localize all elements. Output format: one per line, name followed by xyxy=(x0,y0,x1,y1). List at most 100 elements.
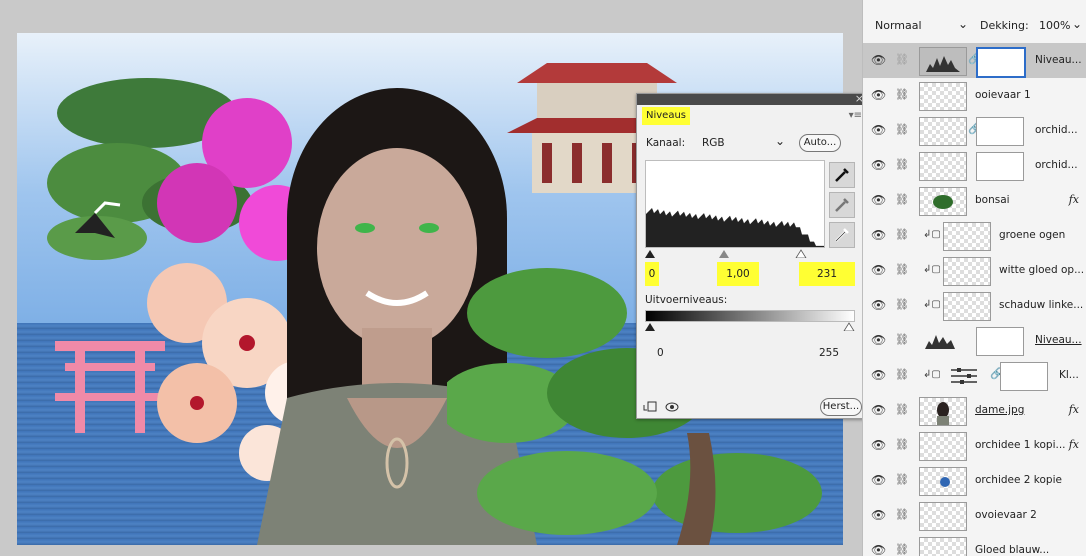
layer-row[interactable]: 👁 ⛓ orchidee 2 kopie xyxy=(863,463,1086,499)
layer-name[interactable]: Niveau... xyxy=(1035,334,1082,346)
layer-row[interactable]: 👁 ⛓ 🔗 Niveau... xyxy=(863,43,1086,79)
chevron-down-icon[interactable]: ⌄ xyxy=(1072,17,1082,31)
layer-name[interactable]: orchid... xyxy=(1035,159,1078,171)
levels-properties-panel[interactable]: × Niveaus ▾≡ Kanaal: RGB ⌄ Auto... 0 1,0… xyxy=(636,92,869,419)
layer-thumbnail[interactable] xyxy=(919,502,967,531)
layer-thumbnail[interactable] xyxy=(919,467,967,496)
tab-levels[interactable]: Niveaus xyxy=(642,107,691,125)
layer-name[interactable]: Gloed blauw... xyxy=(975,544,1049,556)
layer-name[interactable]: orchidee 2 kopie xyxy=(975,474,1062,486)
panel-titlebar[interactable]: × xyxy=(637,92,868,105)
channel-select[interactable]: RGB xyxy=(702,137,725,149)
eye-icon[interactable]: 👁 xyxy=(871,193,886,207)
layer-name[interactable]: dame.jpg xyxy=(975,404,1024,416)
chevron-down-icon[interactable]: ⌄ xyxy=(775,134,785,148)
layer-effects-icon[interactable]: fx xyxy=(1069,438,1079,451)
layer-name[interactable]: Kl... xyxy=(1059,369,1079,381)
eye-icon[interactable]: 👁 xyxy=(871,333,886,347)
layer-thumbnail[interactable] xyxy=(919,537,967,556)
eye-icon[interactable]: 👁 xyxy=(871,473,886,487)
layer-row[interactable]: 👁 ⛓ ↲▢ 🔗 Kl... xyxy=(863,358,1086,394)
layer-thumbnail[interactable] xyxy=(919,152,967,181)
eye-icon[interactable]: 👁 xyxy=(871,228,886,242)
layer-row[interactable]: 👁 ⛓ dame.jpg fx xyxy=(863,393,1086,429)
eye-icon[interactable]: 👁 xyxy=(871,543,886,556)
layer-row[interactable]: 👁 ⛓ 🔗 orchid... xyxy=(863,113,1086,149)
eye-icon[interactable]: 👁 xyxy=(871,403,886,417)
link-icon: ⛓ xyxy=(895,158,909,171)
layer-name[interactable]: ovoievaar 2 xyxy=(975,509,1037,521)
clipping-mask-icon: ↲▢ xyxy=(923,264,941,275)
levels-adjustment-thumbnail[interactable] xyxy=(919,47,967,76)
layer-mask-thumbnail[interactable] xyxy=(976,47,1026,78)
black-point-handle xyxy=(645,250,655,258)
input-gamma-field[interactable]: 1,00 xyxy=(717,262,759,286)
clip-to-layer-icon[interactable] xyxy=(643,401,657,413)
input-levels-slider[interactable] xyxy=(645,248,823,258)
layer-mask-thumbnail[interactable] xyxy=(1000,362,1048,391)
eye-icon[interactable]: 👁 xyxy=(871,438,886,452)
layer-name[interactable]: ooievaar 1 xyxy=(975,89,1031,101)
layer-thumbnail[interactable] xyxy=(919,397,967,426)
layer-row[interactable]: 👁 ⛓ ooievaar 1 xyxy=(863,78,1086,114)
eye-icon[interactable]: 👁 xyxy=(871,298,886,312)
gray-eyedropper-icon[interactable] xyxy=(829,192,855,218)
output-high-value[interactable]: 255 xyxy=(819,347,839,359)
layer-row[interactable]: 👁 ⛓ ↲▢ groene ogen xyxy=(863,218,1086,254)
eye-icon[interactable]: 👁 xyxy=(871,88,886,102)
layer-thumbnail[interactable] xyxy=(919,117,967,146)
eye-icon[interactable]: 👁 xyxy=(871,123,886,137)
layer-mask-thumbnail[interactable] xyxy=(976,117,1024,146)
eye-icon[interactable]: 👁 xyxy=(871,158,886,172)
black-eyedropper-icon[interactable] xyxy=(829,162,855,188)
layer-row[interactable]: 👁 ⛓ orchidee 1 kopi... fx xyxy=(863,428,1086,464)
layer-thumbnail[interactable] xyxy=(943,222,991,251)
channel-label: Kanaal: xyxy=(646,137,686,149)
output-levels-slider[interactable] xyxy=(645,321,855,331)
layer-name[interactable]: schaduw linke... xyxy=(999,299,1083,311)
blend-mode-select[interactable]: Normaal xyxy=(875,19,922,32)
layer-name[interactable]: Niveau... xyxy=(1035,54,1082,66)
eye-icon[interactable] xyxy=(665,401,679,413)
panel-menu-icon[interactable]: ▾≡ xyxy=(849,110,862,121)
eye-icon[interactable]: 👁 xyxy=(871,263,886,277)
input-white-field[interactable]: 231 xyxy=(799,262,855,286)
auto-button[interactable]: Auto... xyxy=(799,134,841,152)
stork-image xyxy=(75,201,121,238)
eye-icon[interactable]: 👁 xyxy=(871,508,886,522)
levels-adjustment-icon[interactable] xyxy=(923,331,957,351)
layer-mask-thumbnail[interactable] xyxy=(976,327,1024,356)
layer-name[interactable]: orchid... xyxy=(1035,124,1078,136)
color-balance-icon[interactable] xyxy=(949,367,979,385)
layer-row[interactable]: 👁 ⛓ Niveau... xyxy=(863,323,1086,359)
layers-panel[interactable]: Normaal ⌄ Dekking: 100% ⌄ 👁 ⛓ 🔗 Niveau..… xyxy=(862,0,1086,556)
layer-row[interactable]: 👁 ⛓ ovoievaar 2 xyxy=(863,498,1086,534)
layer-name[interactable]: witte gloed op... xyxy=(999,264,1084,276)
output-low-value[interactable]: 0 xyxy=(657,347,664,359)
layer-name[interactable]: groene ogen xyxy=(999,229,1065,241)
layer-effects-icon[interactable]: fx xyxy=(1069,193,1079,206)
layer-mask-thumbnail[interactable] xyxy=(976,152,1024,181)
layer-row[interactable]: 👁 ⛓ orchid... xyxy=(863,148,1086,184)
layer-row[interactable]: 👁 ⛓ ↲▢ witte gloed op... xyxy=(863,253,1086,289)
opacity-field[interactable]: 100% xyxy=(1039,19,1070,32)
layer-thumbnail[interactable] xyxy=(943,292,991,321)
chevron-down-icon[interactable]: ⌄ xyxy=(958,17,968,31)
clipping-mask-icon: ↲▢ xyxy=(923,369,941,380)
layer-thumbnail[interactable] xyxy=(919,432,967,461)
layer-row[interactable]: 👁 ⛓ bonsai fx xyxy=(863,183,1086,219)
layer-effects-icon[interactable]: fx xyxy=(1069,403,1079,416)
layer-row[interactable]: 👁 ⛓ Gloed blauw... xyxy=(863,533,1086,556)
eye-icon[interactable]: 👁 xyxy=(871,368,886,382)
eye-icon[interactable]: 👁 xyxy=(871,53,886,67)
reset-button[interactable]: Herst... xyxy=(820,398,862,416)
white-eyedropper-icon[interactable] xyxy=(829,222,855,248)
layer-name[interactable]: orchidee 1 kopi... xyxy=(975,439,1066,451)
layer-thumbnail[interactable] xyxy=(943,257,991,286)
layer-name[interactable]: bonsai xyxy=(975,194,1010,206)
input-black-field[interactable]: 0 xyxy=(645,262,659,286)
layer-row[interactable]: 👁 ⛓ ↲▢ schaduw linke... xyxy=(863,288,1086,324)
link-icon: ⛓ xyxy=(895,368,909,381)
layer-thumbnail[interactable] xyxy=(919,187,967,216)
layer-thumbnail[interactable] xyxy=(919,82,967,111)
